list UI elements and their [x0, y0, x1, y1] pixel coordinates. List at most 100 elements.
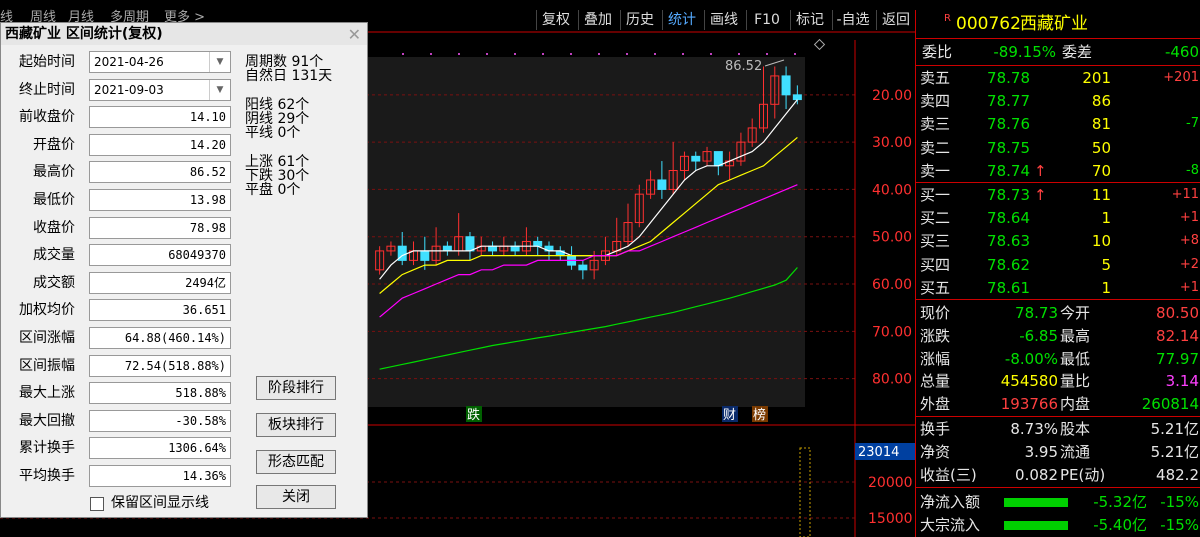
bid-price: 78.61 — [987, 278, 1030, 297]
period-dot — [654, 53, 656, 55]
flow-pct: -15% — [1160, 515, 1199, 534]
order-ratio-row: 委比 -89.15% 委差 -460 — [916, 41, 1200, 63]
flow-value: -5.32亿 — [1093, 493, 1147, 511]
divider — [916, 299, 1200, 300]
overlay-button[interactable]: 叠加 — [578, 10, 617, 30]
change-value: -6.85 — [1019, 326, 1058, 345]
ask-row[interactable]: 卖五 78.78 201 +201 — [916, 67, 1200, 89]
ask-row[interactable]: 卖四 78.77 86 — [916, 90, 1200, 112]
candle-body — [657, 179, 667, 190]
back-button[interactable]: 返回 — [876, 10, 915, 30]
start-date-value: 2021-04-26 — [94, 55, 164, 69]
period-dot — [738, 53, 740, 55]
ask-volume: 201 — [1082, 69, 1111, 87]
ask-row[interactable]: 卖三 78.76 81 -7 — [916, 113, 1200, 135]
order-ratio-value: -89.15% — [993, 43, 1056, 61]
volume-bar — [799, 447, 811, 537]
start-date-picker[interactable]: 2021-04-26 ▼ — [89, 51, 231, 73]
inner-volume-value: 260814 — [1141, 395, 1199, 414]
dialog-title-bar[interactable]: 西藏矿业 区间统计(复权) ✕ — [1, 23, 367, 45]
dropdown-arrow-icon[interactable]: ▼ — [209, 79, 230, 100]
remove-favorite-button[interactable]: -自选 — [832, 10, 873, 30]
stat-yin: 阴线 29个 — [245, 111, 310, 127]
restore-rights-button[interactable]: 复权 — [536, 10, 575, 30]
close-price-value: 78.98 — [189, 220, 226, 235]
y-tick-label: 40.00 — [872, 182, 912, 198]
high-price-value: 86.52 — [189, 165, 226, 180]
quote-stat-row: 现价 78.73 今开 80.50 — [916, 302, 1200, 324]
low-price-value: 13.98 — [189, 193, 226, 207]
start-date-label: 起始时间 — [19, 54, 75, 70]
diamond-icon[interactable] — [813, 38, 826, 51]
history-button[interactable]: 历史 — [620, 10, 659, 30]
open-price-field: 14.20 — [89, 133, 231, 156]
flow-pct: -15% — [1160, 493, 1199, 511]
order-diff-label: 委差 — [1062, 43, 1093, 61]
low-price-label: 最低价 — [33, 192, 75, 208]
bid-row[interactable]: 买五 78.61 1 +1 — [916, 277, 1200, 299]
flow-bar — [1004, 520, 1068, 530]
volume-tick-label: 20000 — [868, 475, 913, 491]
statistics-button[interactable]: 统计 — [662, 10, 701, 30]
prev-close-value: 14.10 — [189, 110, 226, 125]
dropdown-arrow-icon[interactable]: ▼ — [209, 52, 230, 72]
stat-natural-days: 自然日 131天 — [245, 68, 333, 84]
ask-price: 78.76 — [987, 115, 1030, 134]
bid-row[interactable]: 买四 78.62 5 +2 — [916, 254, 1200, 276]
ask-row[interactable]: 卖二 78.75 50 — [916, 137, 1200, 159]
bid-row[interactable]: 买一 78.73 11 +11 ↑ — [916, 184, 1200, 206]
mark-button[interactable]: 标记 — [790, 10, 829, 30]
period-dot — [766, 53, 768, 55]
bid-row[interactable]: 买三 78.63 10 +8 — [916, 230, 1200, 252]
stage-ranking-button[interactable]: 阶段排行 — [256, 376, 336, 400]
float-shares-value: 5.21亿 — [1150, 443, 1199, 461]
volume-tick-label: 15000 — [868, 511, 913, 527]
keep-interval-checkbox[interactable] — [90, 497, 104, 511]
avg-turnover-value: 14.36% — [182, 469, 226, 483]
close-button[interactable]: 关闭 — [256, 485, 336, 509]
high-price-field: 86.52 — [89, 161, 231, 184]
period-dot — [458, 53, 460, 55]
bid-volume: 10 — [1091, 232, 1111, 251]
ask-row[interactable]: 卖一 78.74 70 -8 ↑ — [916, 160, 1200, 182]
high-price-label: 最高价 — [33, 164, 75, 181]
stat-yang: 阳线 62个 — [245, 97, 310, 113]
end-date-picker[interactable]: 2021-09-03 ▼ — [89, 78, 231, 101]
candle-body — [691, 155, 701, 162]
sector-ranking-button[interactable]: 板块排行 — [256, 413, 336, 437]
pattern-match-button[interactable]: 形态匹配 — [256, 450, 336, 474]
marker-label: 榜 — [753, 407, 766, 423]
draw-line-button[interactable]: 画线 — [704, 10, 743, 30]
marker-label: 财 — [723, 408, 736, 423]
bid-label: 买一 — [920, 186, 951, 204]
change-pct-label: 涨幅 — [920, 349, 951, 368]
low-price-field: 13.98 — [89, 189, 231, 211]
bid-label: 买五 — [920, 278, 951, 297]
stat-periods: 周期数 91个 — [245, 54, 324, 70]
f10-button[interactable]: F10 — [746, 10, 787, 30]
max-drawdown-label: 最大回撤 — [19, 412, 75, 429]
quote-stat-row: 净资 3.95 流通 5.21亿 — [916, 441, 1200, 463]
weighted-avg-field: 36.651 — [89, 299, 231, 322]
interval-stats-dialog: 西藏矿业 区间统计(复权) ✕ 起始时间 2021-04-26 ▼ 终止时间 2021-… — [0, 22, 368, 518]
end-date-value: 2021-09-03 — [94, 82, 164, 97]
ask-volume: 70 — [1091, 161, 1111, 180]
interval-gain-value: 64.88(460.14%) — [124, 331, 226, 345]
close-icon[interactable]: ✕ — [348, 24, 361, 46]
y-tick-label: 70.00 — [872, 324, 912, 340]
volume-change: +1 — [1179, 210, 1199, 226]
flow-value: -5.40亿 — [1093, 515, 1147, 534]
total-volume-value: 454580 — [1000, 372, 1058, 391]
open-label: 今开 — [1060, 304, 1091, 322]
r-badge: R — [944, 13, 951, 24]
volume-value: 68049370 — [168, 248, 226, 263]
high-value: 82.14 — [1156, 326, 1199, 345]
ask-price: 78.74 — [987, 161, 1030, 180]
bid-row[interactable]: 买二 78.64 1 +1 — [916, 207, 1200, 229]
low-value: 77.97 — [1156, 349, 1199, 368]
end-date-label: 终止时间 — [19, 81, 75, 98]
fund-flow-row: 大宗流入 -5.40亿 -15% — [916, 514, 1200, 536]
period-dot — [570, 53, 572, 55]
candle-body — [713, 151, 723, 167]
interval-amplitude-value: 72.54(518.88%) — [124, 358, 226, 373]
